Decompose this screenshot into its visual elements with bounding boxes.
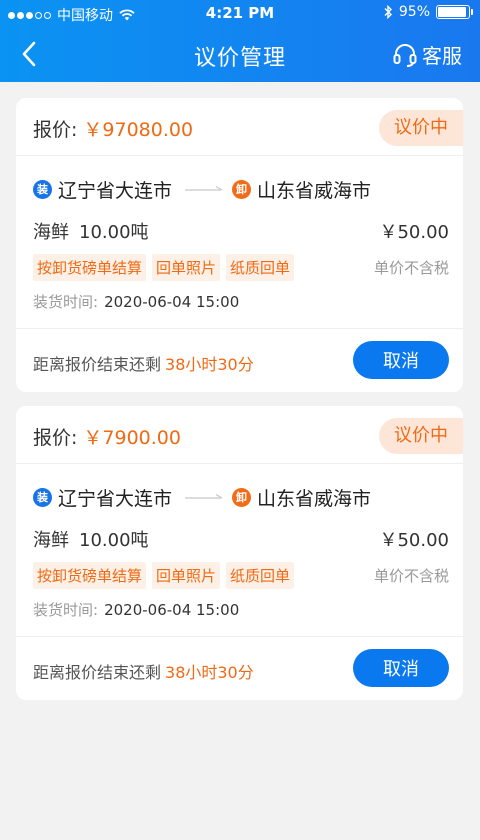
cargo-weight: 10.00吨	[79, 530, 149, 551]
quote-price: 报价: ￥7900.00	[33, 427, 181, 449]
tag-paper-receipt: 纸质回单	[226, 562, 295, 589]
tag-settlement: 按卸货磅单结算	[33, 254, 147, 281]
navbar: 议价管理 客服	[0, 26, 480, 82]
cargo-name: 海鲜	[33, 530, 69, 551]
price-value: ￥7900.00	[83, 427, 181, 449]
unit-price: ￥50.00	[379, 530, 449, 551]
price-value: ￥97080.00	[83, 119, 194, 141]
cancel-button[interactable]: 取消	[353, 649, 449, 687]
load-icon: 装	[33, 180, 52, 199]
load-time-value: 2020-06-04 15:00	[104, 601, 240, 619]
requirement-tags: 按卸货磅单结算 回单照片 纸质回单	[33, 254, 295, 281]
battery-percent: 95%	[398, 4, 430, 20]
tag-receipt-photo: 回单照片	[152, 562, 221, 589]
arrow-right-icon	[185, 493, 223, 499]
cargo-info: 海鲜 10.00吨	[33, 526, 149, 552]
remaining-value: 38小时30分	[165, 355, 254, 374]
card-header: 报价: ￥97080.00 议价中	[16, 98, 463, 156]
card-header: 报价: ￥7900.00 议价中	[16, 406, 463, 464]
cargo-name: 海鲜	[33, 222, 69, 243]
quote-card[interactable]: 报价: ￥97080.00 议价中 装 辽宁省大连市 卸 山东省威海市 海鲜 10.…	[16, 98, 463, 392]
status-badge: 议价中	[379, 418, 463, 454]
tax-note: 单价不含税	[373, 567, 449, 585]
headset-icon	[393, 43, 417, 67]
status-badge: 议价中	[379, 110, 463, 146]
destination-city: 山东省威海市	[257, 180, 372, 202]
tag-settlement: 按卸货磅单结算	[33, 562, 147, 589]
requirement-tags: 按卸货磅单结算 回单照片 纸质回单	[33, 562, 295, 589]
customer-service-button[interactable]: 客服	[392, 40, 462, 69]
tag-receipt-photo: 回单照片	[152, 254, 221, 281]
cargo-info: 海鲜 10.00吨	[33, 218, 149, 244]
tag-paper-receipt: 纸质回单	[226, 254, 295, 281]
tax-note: 单价不含税	[373, 259, 449, 277]
card-footer: 距离报价结束还剩 38小时30分 取消	[16, 636, 463, 700]
cargo-weight: 10.00吨	[79, 222, 149, 243]
load-time: 装货时间: 2020-06-04 15:00	[33, 601, 240, 619]
status-bar: 中国移动 4:21 PM 95%	[0, 0, 480, 26]
arrow-right-icon	[185, 185, 223, 191]
bluetooth-icon	[384, 5, 392, 19]
load-time: 装货时间: 2020-06-04 15:00	[33, 293, 240, 311]
remaining-time: 距离报价结束还剩 38小时30分	[33, 355, 254, 374]
route: 装 辽宁省大连市 卸 山东省威海市	[33, 484, 371, 511]
load-icon: 装	[33, 488, 52, 507]
customer-service-label: 客服	[422, 44, 462, 68]
load-time-value: 2020-06-04 15:00	[104, 293, 240, 311]
origin-city: 辽宁省大连市	[58, 488, 173, 510]
origin-city: 辽宁省大连市	[58, 180, 173, 202]
quote-card[interactable]: 报价: ￥7900.00 议价中 装 辽宁省大连市 卸 山东省威海市 海鲜 10.0…	[16, 406, 463, 700]
battery-icon	[436, 5, 473, 19]
remaining-value: 38小时30分	[165, 663, 254, 682]
card-footer: 距离报价结束还剩 38小时30分 取消	[16, 328, 463, 392]
unit-price: ￥50.00	[379, 222, 449, 243]
remaining-time: 距离报价结束还剩 38小时30分	[33, 663, 254, 682]
unload-icon: 卸	[232, 180, 252, 199]
route: 装 辽宁省大连市 卸 山东省威海市	[33, 176, 371, 203]
unload-icon: 卸	[232, 488, 252, 507]
cancel-button[interactable]: 取消	[353, 341, 449, 379]
header: 中国移动 4:21 PM 95% 议价管理 客服	[0, 0, 480, 82]
quote-price: 报价: ￥97080.00	[33, 119, 194, 141]
destination-city: 山东省威海市	[257, 488, 372, 510]
